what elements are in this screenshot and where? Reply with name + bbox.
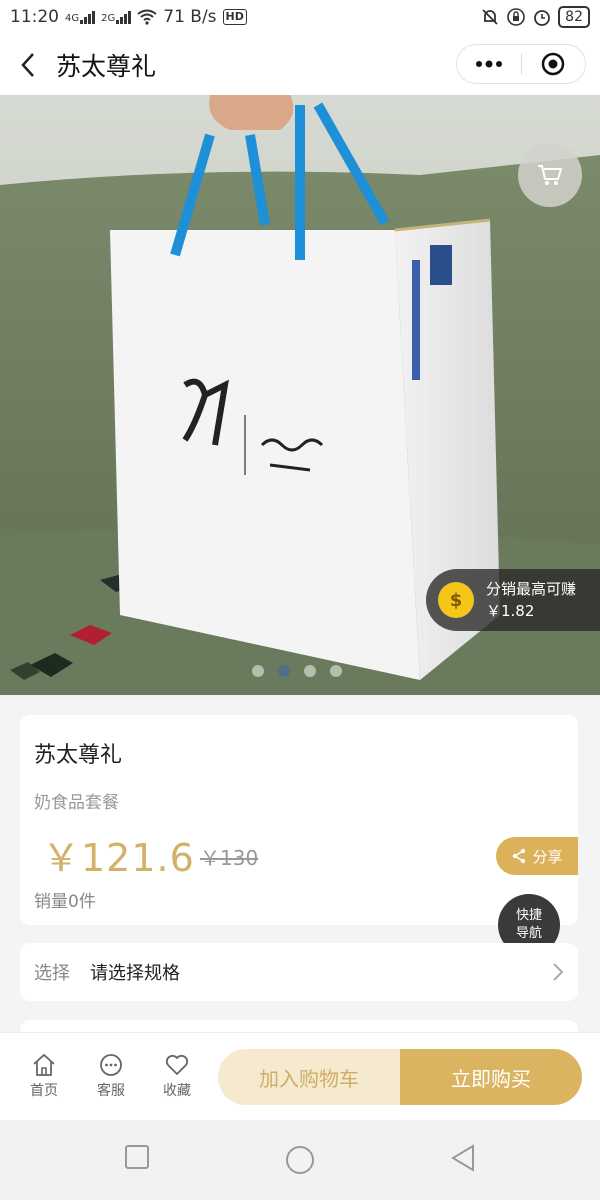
lock-rotation-icon: [507, 8, 525, 26]
hd-badge: HD: [222, 9, 247, 25]
heart-icon: [165, 1054, 189, 1076]
distribution-title: 分销最高可赚: [486, 580, 577, 598]
share-button[interactable]: 分享: [496, 837, 578, 875]
product-subtitle: 奶食品套餐: [34, 793, 119, 813]
more-dots-icon: [475, 60, 502, 68]
product-name: 苏太尊礼: [34, 743, 123, 768]
quick-nav-line2: 导航: [515, 926, 542, 941]
network-speed: 71 B/s: [163, 7, 217, 27]
back-triangle-icon[interactable]: [450, 1144, 476, 1172]
carousel-dot[interactable]: [330, 665, 342, 677]
money-bag-icon: $: [438, 582, 474, 618]
carousel-dot[interactable]: [304, 665, 316, 677]
chat-icon: [100, 1054, 122, 1076]
cart-button[interactable]: [518, 143, 582, 207]
original-price: ￥130: [200, 846, 259, 870]
nav-bar: 苏太尊礼: [0, 34, 600, 95]
buy-now-button[interactable]: 立即购买: [400, 1049, 582, 1105]
alarm-icon: [534, 10, 551, 26]
home-icon: [33, 1053, 55, 1076]
bell-mute-icon: [482, 9, 498, 25]
page-title: 苏太尊礼: [56, 51, 157, 81]
tab-customer-service[interactable]: 客服: [81, 1053, 141, 1100]
tab-customer-service-label: 客服: [97, 1083, 125, 1099]
carousel-dot-active[interactable]: [278, 665, 290, 677]
add-to-cart-button[interactable]: 加入购物车: [218, 1049, 400, 1105]
spec-label: 选择: [34, 963, 70, 984]
target-icon: [542, 52, 565, 76]
quick-nav-line1: 快捷: [515, 908, 542, 923]
wifi-icon: [137, 9, 157, 25]
tab-home[interactable]: 首页: [14, 1053, 74, 1100]
share-label: 分享: [532, 847, 563, 866]
chevron-left-icon: [21, 52, 34, 77]
sales-count: 销量0件: [34, 892, 96, 912]
carousel-indicators: [252, 665, 342, 677]
bottom-action-bar: 首页 客服 收藏 加入购物车 立即购买: [0, 1032, 600, 1120]
carousel-dot[interactable]: [252, 665, 264, 677]
cart-icon: [538, 165, 563, 185]
product-image-carousel[interactable]: $ 分销最高可赚 ￥1.82: [0, 95, 600, 695]
distribution-earnings-badge[interactable]: $ 分销最高可赚 ￥1.82: [426, 569, 600, 631]
home-circle-icon[interactable]: [284, 1144, 316, 1176]
status-bar: 11:20 4G 2G 71 B/s HD 82: [0, 0, 600, 34]
distribution-amount: ￥1.82: [486, 602, 535, 620]
spec-value: 请选择规格: [90, 963, 180, 984]
more-button[interactable]: [457, 45, 521, 83]
chevron-right-icon: [553, 963, 564, 981]
miniprogram-capsule: [456, 44, 586, 84]
system-nav-bar: [0, 1120, 600, 1200]
recents-square-icon[interactable]: [124, 1144, 150, 1170]
close-miniprogram-button[interactable]: [522, 45, 586, 83]
back-button[interactable]: [0, 34, 56, 95]
battery-level: 82: [558, 6, 590, 28]
share-icon: [513, 848, 526, 864]
tab-favorite[interactable]: 收藏: [147, 1053, 207, 1100]
product-price: ￥121.6: [42, 836, 195, 880]
spec-select-row[interactable]: 选择 请选择规格: [20, 943, 578, 1001]
tab-home-label: 首页: [30, 1083, 58, 1099]
product-info-card: 苏太尊礼 奶食品套餐 ￥121.6 ￥130 销量0件: [20, 715, 578, 925]
tab-favorite-label: 收藏: [163, 1083, 191, 1099]
signal-2g-icon: 2G: [101, 10, 132, 24]
signal-4g-icon: 4G: [65, 10, 96, 24]
status-time: 11:20: [10, 7, 59, 27]
